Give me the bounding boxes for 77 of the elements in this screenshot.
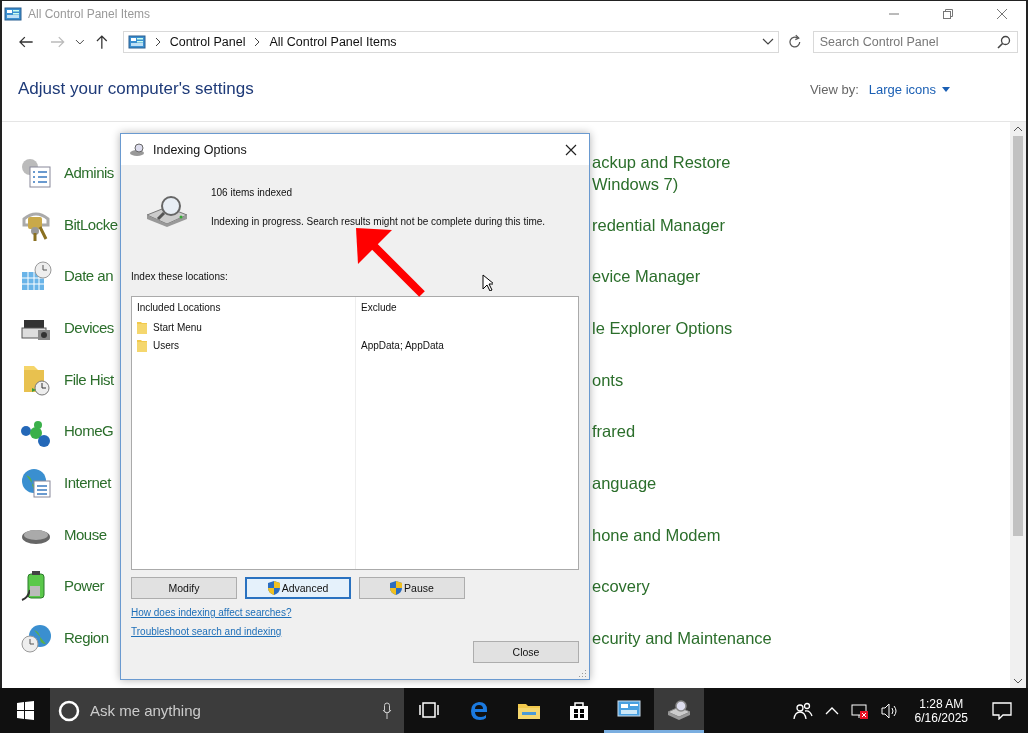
cortana-circle-icon [58, 699, 80, 722]
control-panel-link[interactable]: frared [592, 420, 636, 443]
dropdown-caret-icon[interactable] [762, 38, 775, 46]
chevron-icon [153, 37, 162, 47]
up-icon[interactable] [95, 34, 109, 50]
view-by-label: View by: [809, 81, 859, 97]
caret-icon [942, 86, 950, 92]
control-panel-link[interactable]: redential Manager [592, 213, 725, 236]
control-panel-link[interactable]: HomeG [64, 420, 114, 443]
column-header: Included Locations [137, 302, 222, 313]
control-panel-link[interactable]: le Explorer Options [592, 316, 733, 339]
view-by-dropdown[interactable]: Large icons [868, 81, 950, 97]
location-name: Start Menu [153, 321, 202, 333]
drive-search-icon [145, 193, 189, 227]
breadcrumb[interactable]: All Control Panel Items [269, 35, 397, 49]
scroll-down-icon[interactable] [1013, 678, 1023, 684]
taskbar-app-button[interactable] [654, 688, 704, 733]
refresh-icon[interactable] [787, 34, 803, 50]
control-panel-link[interactable]: Region [64, 627, 109, 650]
people-icon[interactable] [792, 701, 813, 720]
folder-icon [137, 320, 147, 334]
resize-grip-icon[interactable] [579, 669, 587, 677]
folder-icon [137, 338, 147, 352]
search-icon [997, 35, 1011, 49]
control-panel-link[interactable]: Adminis [64, 161, 114, 184]
dialog-title: Indexing Options [153, 142, 247, 157]
scrollbar-thumb[interactable] [1013, 136, 1023, 536]
page-heading: Adjust your computer's settings [18, 79, 254, 99]
network-icon[interactable] [850, 702, 869, 719]
control-panel-link[interactable]: Date an [64, 265, 114, 288]
maximize-icon[interactable] [942, 8, 954, 20]
chevron-up-icon[interactable] [824, 706, 839, 715]
dropdown-caret-icon[interactable] [75, 38, 85, 46]
notifications-icon[interactable] [992, 701, 1012, 720]
control-panel-link[interactable]: hone and Modem [592, 523, 721, 546]
control-panel-link[interactable]: Power [64, 575, 105, 598]
control-panel-icon [127, 34, 146, 50]
volume-icon[interactable] [880, 702, 899, 719]
control-panel-link[interactable]: Internet [64, 471, 111, 494]
control-panel-link[interactable]: evice Manager [592, 265, 701, 288]
annotation-arrow [354, 226, 426, 298]
dialog-button[interactable]: Pause [359, 577, 465, 599]
chevron-icon [253, 37, 262, 47]
control-panel-link[interactable]: BitLocke [64, 213, 118, 236]
control-panel-icon [4, 6, 22, 22]
dialog-button[interactable]: Advanced [245, 577, 351, 599]
back-icon[interactable] [18, 35, 34, 49]
indexed-count: 106 items indexed [211, 187, 294, 198]
column-header: Exclude [361, 302, 398, 313]
help-link[interactable]: How does indexing affect searches? [131, 607, 292, 618]
control-panel-link[interactable]: onts [592, 368, 624, 391]
indexing-icon [129, 142, 147, 157]
control-panel-link[interactable]: Devices [64, 316, 114, 339]
window-title: All Control Panel Items [28, 7, 151, 21]
dialog-button[interactable]: Modify [131, 577, 237, 599]
scrollbar[interactable] [1010, 122, 1026, 688]
control-panel-link[interactable]: File Hist [64, 368, 114, 391]
location-name: Users [153, 339, 180, 351]
address-bar[interactable]: Control Panel All Control Panel Items [122, 31, 780, 53]
microphone-icon [382, 701, 392, 720]
control-panel-link[interactable]: Mouse [64, 523, 107, 546]
mouse-cursor-icon [482, 274, 493, 291]
clock[interactable]: 1:28 AM 6/16/2025 [914, 696, 968, 725]
close-icon[interactable] [565, 143, 577, 156]
control-panel-link[interactable]: ecurity and Maintenance [592, 627, 772, 650]
locations-label: Index these locations: [131, 271, 229, 282]
control-panel-link[interactable]: ackup and Restore Windows 7) [592, 150, 731, 195]
taskbar-search-field[interactable]: Ask me anything [50, 688, 404, 733]
close-button[interactable]: Close [473, 641, 579, 663]
control-panel-link[interactable]: ecovery [592, 575, 650, 598]
exclude-value: AppData; AppData [361, 339, 444, 351]
control-panel-link[interactable]: anguage [592, 471, 657, 494]
indexing-status: Indexing in progress. Search results might not be complete during this time. [211, 216, 546, 227]
search-field[interactable]: Search Control Panel [812, 31, 1018, 53]
scroll-up-icon[interactable] [1013, 126, 1023, 132]
breadcrumb[interactable]: Control Panel [169, 35, 246, 49]
help-link[interactable]: Troubleshoot search and indexing [131, 626, 282, 637]
